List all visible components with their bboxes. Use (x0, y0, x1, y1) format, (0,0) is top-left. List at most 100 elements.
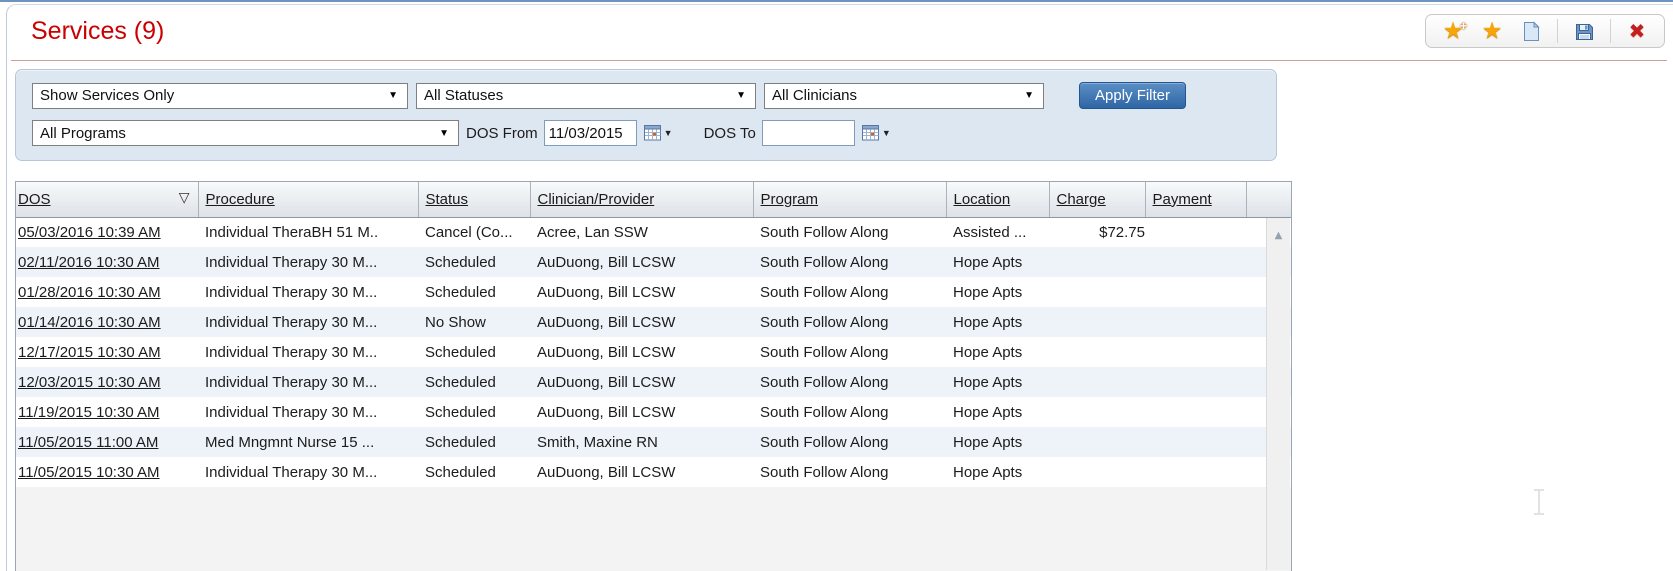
cell-procedure: Individual TheraBH 51 M.. (198, 217, 418, 247)
cell-procedure: Individual Therapy 30 M... (198, 277, 418, 307)
cell-location: Hope Apts (946, 247, 1049, 277)
program-select[interactable]: All Programs ▼ (32, 120, 459, 146)
column-header-program[interactable]: Program (753, 182, 946, 217)
column-header-payment[interactable]: Payment (1145, 182, 1246, 217)
cell-payment (1145, 337, 1246, 367)
dos-link[interactable]: 11/05/2015 11:00 AM (18, 434, 158, 451)
table-row[interactable]: 12/03/2015 10:30 AMIndividual Therapy 30… (16, 367, 1291, 397)
cell-charge (1049, 247, 1145, 277)
cell-charge (1049, 397, 1145, 427)
cell-payment (1145, 397, 1246, 427)
table-row[interactable]: 12/17/2015 10:30 AMIndividual Therapy 30… (16, 337, 1291, 367)
new-document-icon[interactable] (1518, 18, 1544, 44)
header-toolbar: ★ + ★ (1425, 14, 1665, 48)
chevron-down-icon: ▼ (1024, 90, 1034, 101)
cell-location: Hope Apts (946, 397, 1049, 427)
cell-location: Hope Apts (946, 277, 1049, 307)
cell-procedure: Med Mngmnt Nurse 15 ... (198, 427, 418, 457)
text-cursor (1532, 489, 1546, 515)
cell-procedure: Individual Therapy 30 M... (198, 397, 418, 427)
cell-clinician: AuDuong, Bill LCSW (530, 307, 753, 337)
dos-link[interactable]: 12/03/2015 10:30 AM (18, 374, 161, 391)
service-type-select[interactable]: Show Services Only ▼ (32, 83, 408, 109)
column-header-charge[interactable]: Charge (1049, 182, 1145, 217)
close-icon[interactable]: ✖ (1624, 18, 1650, 44)
dos-from-input[interactable] (544, 120, 637, 146)
services-table-panel: DOS▽ProcedureStatusClinician/ProviderPro… (15, 181, 1292, 571)
cell-payment (1145, 307, 1246, 337)
vertical-scrollbar[interactable]: ▲ (1266, 218, 1290, 570)
dos-link[interactable]: 01/14/2016 10:30 AM (18, 314, 161, 331)
cell-status: Scheduled (418, 367, 530, 397)
cell-dos[interactable]: 01/28/2016 10:30 AM (16, 277, 198, 307)
cell-payment (1145, 457, 1246, 487)
cell-program: South Follow Along (753, 427, 946, 457)
clinician-select[interactable]: All Clinicians ▼ (764, 83, 1044, 109)
cell-status: Scheduled (418, 277, 530, 307)
save-icon[interactable] (1571, 18, 1597, 44)
cell-status: Cancel (Co... (418, 217, 530, 247)
cell-dos[interactable]: 02/11/2016 10:30 AM (16, 247, 198, 277)
dos-from-calendar-button[interactable]: ▼ (644, 125, 673, 141)
cell-dos[interactable]: 12/17/2015 10:30 AM (16, 337, 198, 367)
column-header-location[interactable]: Location (946, 182, 1049, 217)
cell-status: No Show (418, 307, 530, 337)
cell-payment (1145, 367, 1246, 397)
dos-to-calendar-button[interactable]: ▼ (862, 125, 891, 141)
column-header-clinician-provider[interactable]: Clinician/Provider (530, 182, 753, 217)
cell-dos[interactable]: 05/03/2016 10:39 AM (16, 217, 198, 247)
cell-location: Hope Apts (946, 457, 1049, 487)
filter-panel: Show Services Only ▼ All Statuses ▼ All … (15, 69, 1277, 161)
table-row[interactable]: 01/14/2016 10:30 AM Individual Therapy 30… (16, 307, 1291, 337)
dos-link[interactable]: 01/28/2016 10:30 AM (18, 284, 161, 301)
services-table: DOS▽ProcedureStatusClinician/ProviderPro… (16, 182, 1291, 487)
cell-clinician: Smith, Maxine RN (530, 427, 753, 457)
table-row[interactable]: 11/05/2015 11:00 AM Med Mngmnt Nurse 15 .… (16, 427, 1291, 457)
dos-link[interactable]: 11/19/2015 10:30 AM (18, 404, 160, 421)
column-header-filler (1246, 182, 1291, 217)
table-row[interactable]: 02/11/2016 10:30 AMIndividual Therapy 30… (16, 247, 1291, 277)
dos-link[interactable]: 12/17/2015 10:30 AM (18, 344, 161, 361)
application-window: Services (9) ★ + ★ (0, 0, 1673, 571)
cell-program: South Follow Along (753, 247, 946, 277)
chevron-down-icon: ▼ (664, 128, 673, 138)
scroll-up-arrow[interactable]: ▲ (1267, 230, 1290, 241)
calendar-icon (862, 125, 880, 141)
chevron-down-icon: ▼ (388, 90, 398, 101)
cell-program: South Follow Along (753, 277, 946, 307)
cell-dos[interactable]: 01/14/2016 10:30 AM (16, 307, 198, 337)
cell-clinician: AuDuong, Bill LCSW (530, 367, 753, 397)
cell-clinician: AuDuong, Bill LCSW (530, 397, 753, 427)
table-row[interactable]: 05/03/2016 10:39 AM Individual TheraBH 51… (16, 217, 1291, 247)
dos-link[interactable]: 11/05/2015 10:30 AM (18, 464, 160, 481)
column-header-status[interactable]: Status (418, 182, 530, 217)
favorite-add-icon[interactable]: ★ + (1440, 18, 1466, 44)
table-row[interactable]: 01/28/2016 10:30 AM Individual Therapy 30… (16, 277, 1291, 307)
column-header-procedure[interactable]: Procedure (198, 182, 418, 217)
cell-status: Scheduled (418, 247, 530, 277)
cell-dos[interactable]: 11/19/2015 10:30 AM (16, 397, 198, 427)
apply-filter-button[interactable]: Apply Filter (1079, 82, 1186, 109)
cell-dos[interactable]: 11/05/2015 10:30 AM (16, 457, 198, 487)
cell-program: South Follow Along (753, 457, 946, 487)
dos-to-label: DOS To (704, 125, 756, 142)
favorite-icon[interactable]: ★ (1479, 18, 1505, 44)
cell-program: South Follow Along (753, 217, 946, 247)
cell-clinician: AuDuong, Bill LCSW (530, 337, 753, 367)
dos-to-input[interactable] (762, 120, 855, 146)
column-header-dos[interactable]: DOS▽ (16, 182, 198, 217)
cell-location: Hope Apts (946, 367, 1049, 397)
table-row[interactable]: 11/05/2015 10:30 AMIndividual Therapy 30… (16, 457, 1291, 487)
title-divider (11, 60, 1667, 61)
cell-procedure: Individual Therapy 30 M... (198, 307, 418, 337)
cell-charge (1049, 457, 1145, 487)
status-select[interactable]: All Statuses ▼ (416, 83, 756, 109)
dos-link[interactable]: 02/11/2016 10:30 AM (18, 254, 160, 271)
cell-status: Scheduled (418, 337, 530, 367)
table-row[interactable]: 11/19/2015 10:30 AM Individual Therapy 30… (16, 397, 1291, 427)
cell-clinician: AuDuong, Bill LCSW (530, 277, 753, 307)
cell-dos[interactable]: 12/03/2015 10:30 AM (16, 367, 198, 397)
sort-indicator-icon: ▽ (179, 190, 190, 206)
cell-dos[interactable]: 11/05/2015 11:00 AM (16, 427, 198, 457)
dos-link[interactable]: 05/03/2016 10:39 AM (18, 224, 161, 241)
